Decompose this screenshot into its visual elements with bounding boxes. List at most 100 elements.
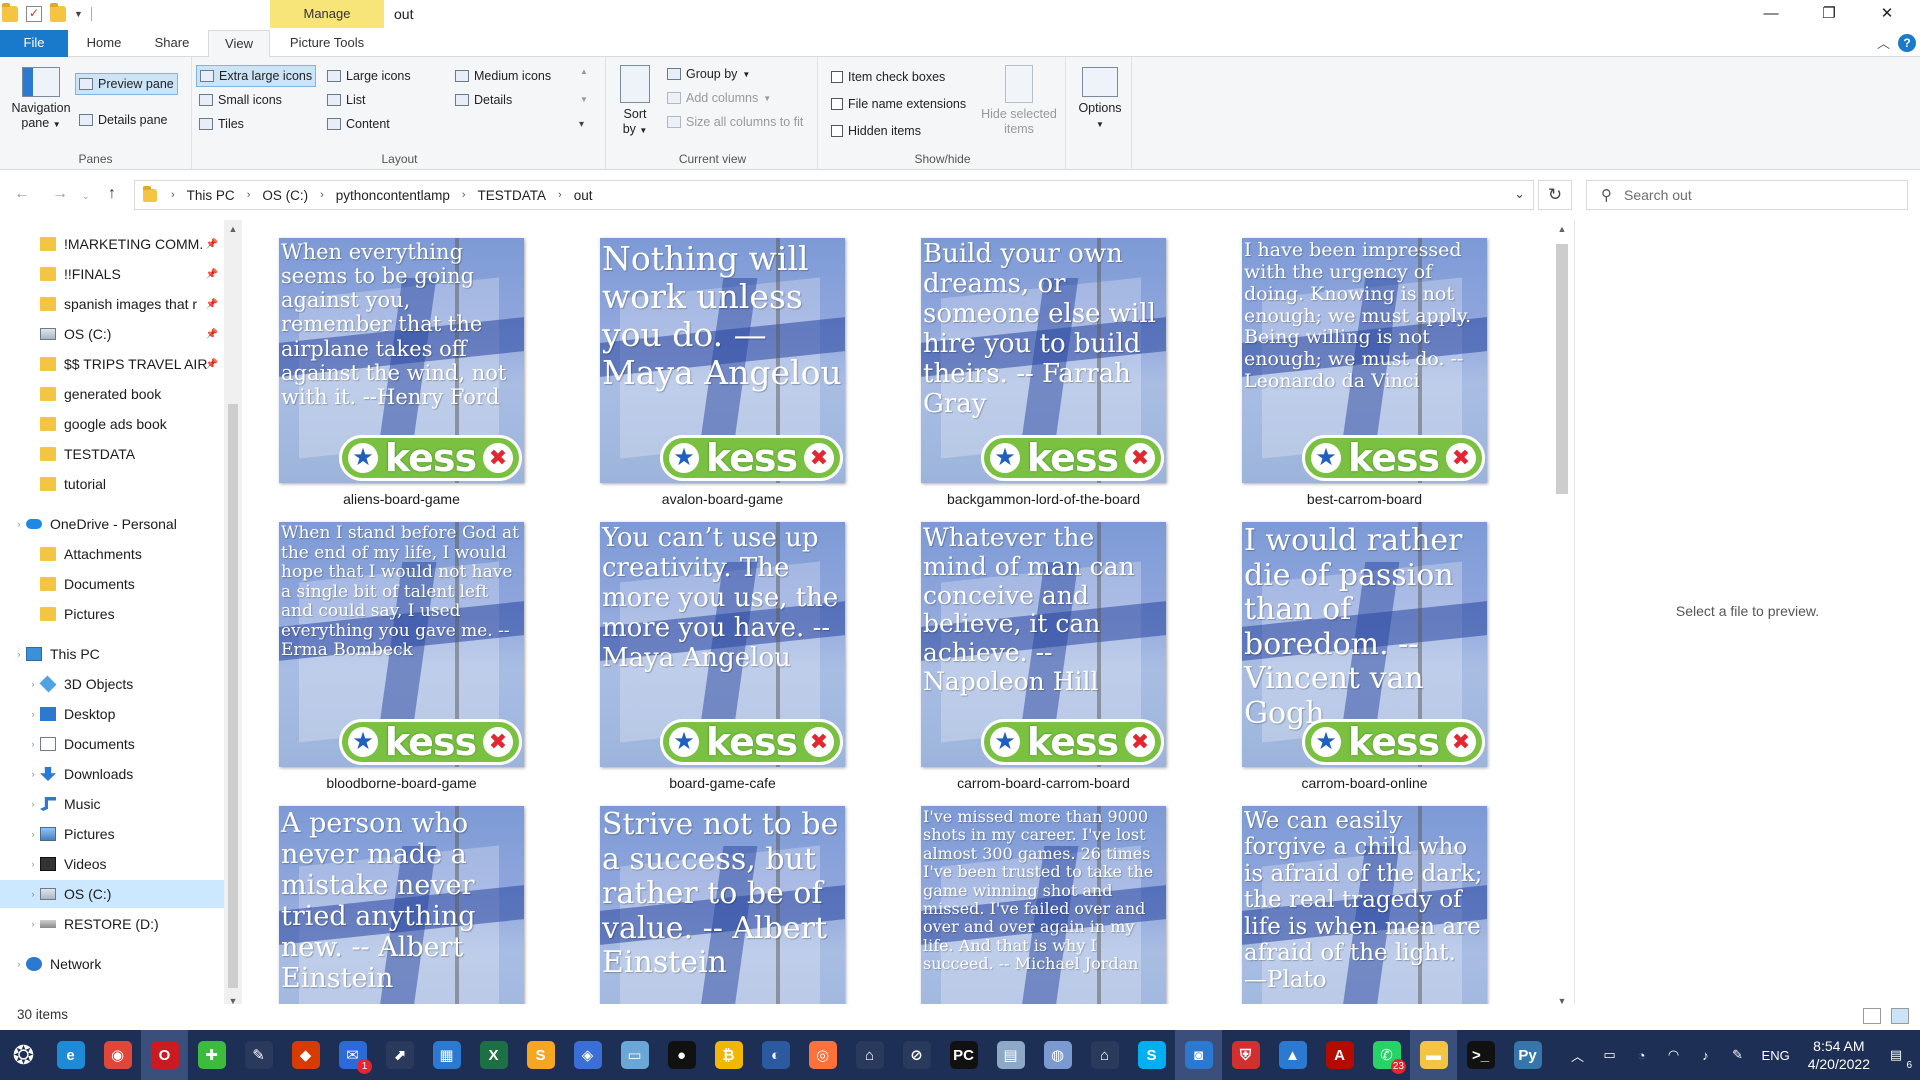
address-dropdown-icon[interactable]: ⌄ [1514, 186, 1525, 202]
tab-view[interactable]: View [208, 30, 270, 58]
maximize-button[interactable]: ❐ [1800, 0, 1858, 30]
taskbar-app-button[interactable]: ◉ [94, 1030, 141, 1080]
quick-access-item[interactable]: tutorial [0, 470, 224, 498]
file-tile[interactable]: You can’t use up creativity. The more yo… [600, 522, 845, 791]
taskbar-app-button[interactable]: ◐ [752, 1030, 799, 1080]
this-pc-child-item[interactable]: › Downloads [0, 760, 224, 788]
back-arrow-icon[interactable]: ← [14, 185, 30, 203]
content-scrollbar[interactable]: ▲ ▼ [1552, 220, 1572, 1010]
onedrive-folder-item[interactable]: Documents [0, 570, 224, 598]
breadcrumb-os-c[interactable]: OS (C:) [256, 188, 314, 203]
large-icons-button[interactable]: Large icons [324, 65, 414, 87]
breadcrumb-pythoncontentlamp[interactable]: pythoncontentlamp [330, 188, 456, 203]
file-name[interactable]: best-carrom-board [1242, 491, 1487, 507]
properties-icon[interactable]: ✓ [26, 6, 42, 22]
nav-scrollbar[interactable]: ▲ ▼ [224, 220, 242, 1010]
navigation-pane-button[interactable]: Navigation pane ▼ [6, 67, 76, 132]
breadcrumb-separator[interactable]: › [456, 189, 472, 201]
taskbar-app-button[interactable]: ▭ [611, 1030, 658, 1080]
quick-access-item[interactable]: google ads book [0, 410, 224, 438]
chevron-right-icon[interactable]: › [26, 679, 40, 689]
refresh-button[interactable]: ↻ [1538, 180, 1572, 210]
taskbar-app-button[interactable]: ✚ [188, 1030, 235, 1080]
search-placeholder[interactable]: Search out [1624, 187, 1692, 203]
chevron-right-icon[interactable]: › [26, 799, 40, 809]
content-scrollbar-thumb[interactable] [1556, 244, 1568, 494]
details-view-icon[interactable] [1863, 1008, 1881, 1024]
file-tile[interactable]: I've missed more than 9000 shots in my c… [921, 806, 1166, 1010]
chevron-right-icon[interactable]: › [26, 919, 40, 929]
this-pc-child-item[interactable]: › RESTORE (D:) [0, 910, 224, 938]
image-thumbnail[interactable]: I would rather die of passion than of bo… [1242, 522, 1487, 767]
image-thumbnail[interactable]: A person who never made a mistake never … [279, 806, 524, 1010]
pen-icon[interactable]: ✎ [1726, 1043, 1750, 1067]
breadcrumb-out[interactable]: out [568, 188, 599, 203]
tiles-view-button[interactable]: Tiles [196, 113, 247, 135]
this-pc-child-item[interactable]: › Videos [0, 850, 224, 878]
tab-home[interactable]: Home [72, 30, 136, 57]
taskbar-app-button[interactable]: O [141, 1030, 188, 1080]
image-thumbnail[interactable]: Build your own dreams, or someone else w… [921, 238, 1166, 483]
taskbar-app-button[interactable]: ▬ [1410, 1030, 1457, 1080]
file-name[interactable]: backgammon-lord-of-the-board [921, 491, 1166, 507]
taskbar-app-button[interactable]: ◙ [1175, 1030, 1222, 1080]
taskbar-app-button[interactable]: ▦ [423, 1030, 470, 1080]
hide-selected-items-button[interactable]: Hide selected items [976, 65, 1062, 137]
network-item[interactable]: › Network [0, 950, 224, 978]
small-icons-button[interactable]: Small icons [196, 89, 285, 111]
taskbar-app-button[interactable]: ✆ 23 [1363, 1030, 1410, 1080]
file-name[interactable]: board-game-cafe [600, 775, 845, 791]
taskbar-app-button[interactable]: Py [1504, 1030, 1551, 1080]
onedrive-item[interactable]: › OneDrive - Personal [0, 510, 224, 538]
taskbar-app-button[interactable]: ❂ [0, 1030, 47, 1080]
file-name[interactable]: carrom-board-online [1242, 775, 1487, 791]
recent-locations-icon[interactable]: ⌄ [82, 191, 90, 202]
chevron-right-icon[interactable]: › [26, 889, 40, 899]
taskbar-app-button[interactable]: ◎ [799, 1030, 846, 1080]
breadcrumb-this-pc[interactable]: This PC [181, 188, 241, 203]
image-thumbnail[interactable]: When everything seems to be going agains… [279, 238, 524, 483]
file-tile[interactable]: Nothing will work unless you do. —Maya A… [600, 238, 845, 507]
list-view-button[interactable]: List [324, 89, 368, 111]
content-view-button[interactable]: Content [324, 113, 393, 135]
large-icons-view-icon[interactable] [1891, 1008, 1909, 1024]
layout-more-icon[interactable]: ▾ [579, 119, 584, 130]
preview-pane-button[interactable]: Preview pane [75, 73, 178, 95]
file-name[interactable]: avalon-board-game [600, 491, 845, 507]
file-tile[interactable]: I have been impressed with the urgency o… [1242, 238, 1487, 507]
up-arrow-icon[interactable]: ↑ [108, 185, 116, 203]
taskbar-app-button[interactable]: ▲ [1269, 1030, 1316, 1080]
image-thumbnail[interactable]: I've missed more than 9000 shots in my c… [921, 806, 1166, 1010]
speaker-icon[interactable]: ♪ [1694, 1043, 1718, 1067]
wifi-icon[interactable]: ◠ [1662, 1043, 1686, 1067]
taskbar-app-button[interactable]: ⛨ [1222, 1030, 1269, 1080]
breadcrumb-testdata[interactable]: TESTDATA [472, 188, 553, 203]
taskbar-app-button[interactable]: e [47, 1030, 94, 1080]
taskbar-app-button[interactable]: ◈ [564, 1030, 611, 1080]
file-name[interactable]: carrom-board-carrom-board [921, 775, 1166, 791]
taskbar-app-button[interactable]: ◆ [282, 1030, 329, 1080]
this-pc-child-item[interactable]: › OS (C:) [0, 880, 224, 908]
file-name-extensions-toggle[interactable]: File name extensions [828, 93, 969, 115]
chevron-right-icon[interactable]: › [26, 859, 40, 869]
taskbar-app-button[interactable]: ⌂ [1081, 1030, 1128, 1080]
quick-access-item[interactable]: $$ TRIPS TRAVEL AIR 📌 [0, 350, 224, 378]
quick-access-item[interactable]: OS (C:) 📌 [0, 320, 224, 348]
file-tile[interactable]: Build your own dreams, or someone else w… [921, 238, 1166, 507]
battery-icon[interactable]: ▭ [1598, 1043, 1622, 1067]
taskbar-app-button[interactable]: ⊘ [893, 1030, 940, 1080]
file-tile[interactable]: A person who never made a mistake never … [279, 806, 524, 1010]
chevron-right-icon[interactable]: › [26, 739, 40, 749]
item-check-boxes-toggle[interactable]: Item check boxes [828, 66, 948, 88]
taskbar-app-button[interactable]: ◍ [1034, 1030, 1081, 1080]
taskbar-app-button[interactable]: ₿ [705, 1030, 752, 1080]
group-by-button[interactable]: Group by ▼ [664, 63, 753, 85]
tab-file[interactable]: File [0, 30, 68, 57]
medium-icons-button[interactable]: Medium icons [452, 65, 554, 87]
taskbar-app-button[interactable]: ✉ 1 [329, 1030, 376, 1080]
file-name[interactable]: aliens-board-game [279, 491, 524, 507]
language-indicator[interactable]: ENG [1762, 1043, 1790, 1067]
quick-access-item[interactable]: !!FINALS 📌 [0, 260, 224, 288]
add-columns-button[interactable]: Add columns ▼ [664, 87, 774, 109]
quick-access-item[interactable]: generated book [0, 380, 224, 408]
